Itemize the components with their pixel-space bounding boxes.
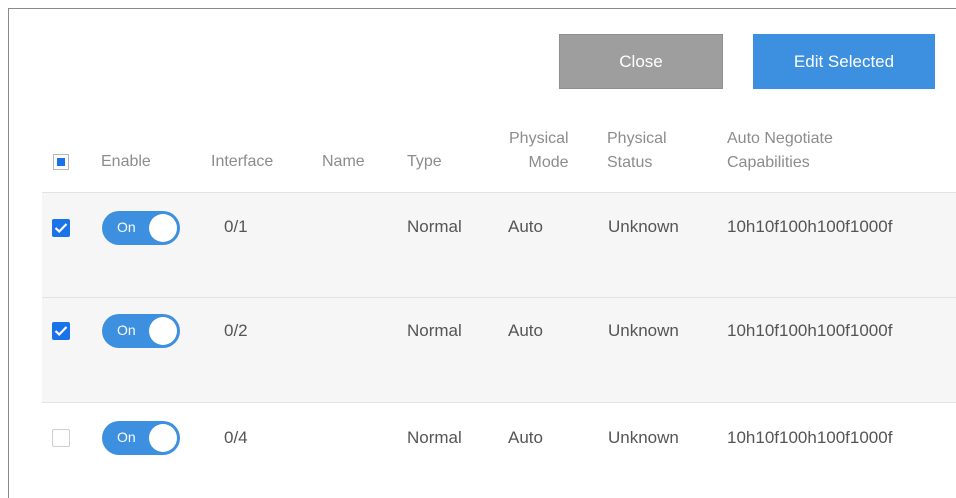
header-physical-status-line1: Physical — [607, 130, 667, 147]
enable-toggle[interactable]: On — [102, 314, 180, 348]
select-all-checkbox[interactable] — [53, 154, 69, 170]
header-name: Name — [322, 153, 365, 170]
toggle-knob — [149, 214, 177, 242]
physical-status-cell: Unknown — [608, 428, 679, 447]
physical-status-cell: Unknown — [608, 217, 679, 236]
header-physical-status-line2: Status — [607, 154, 653, 171]
enable-toggle[interactable]: On — [102, 211, 180, 245]
header-type: Type — [407, 153, 442, 170]
physical-mode-cell: Auto — [508, 217, 543, 236]
header-physical-mode-line2: Mode — [528, 154, 569, 171]
header-physical-mode: Physical Mode — [509, 127, 569, 175]
interface-cell: 0/4 — [224, 428, 248, 447]
capabilities-cell: 10h10f100h100f1000f — [727, 217, 893, 236]
check-icon — [54, 326, 68, 337]
row-checkbox[interactable] — [52, 429, 70, 447]
header-physical-status: Physical Status — [607, 127, 667, 175]
type-cell: Normal — [407, 428, 462, 447]
type-cell: Normal — [407, 321, 462, 340]
header-auto-negotiate: Auto Negotiate Capabilities — [727, 127, 833, 175]
toggle-knob — [149, 317, 177, 345]
row-checkbox[interactable] — [52, 219, 70, 237]
close-button[interactable]: Close — [559, 34, 723, 89]
capabilities-cell: 10h10f100h100f1000f — [727, 321, 893, 340]
partial-check-indicator — [57, 158, 65, 166]
physical-status-cell: Unknown — [608, 321, 679, 340]
toggle-label: On — [117, 322, 136, 338]
capabilities-cell: 10h10f100h100f1000f — [727, 428, 893, 447]
row-checkbox[interactable] — [52, 322, 70, 340]
toggle-label: On — [117, 219, 136, 235]
header-enable: Enable — [101, 153, 151, 170]
header-auto-negotiate-line2: Capabilities — [727, 154, 810, 171]
header-physical-mode-line1: Physical — [509, 130, 569, 147]
header-auto-negotiate-line1: Auto Negotiate — [727, 130, 833, 147]
physical-mode-cell: Auto — [508, 321, 543, 340]
edit-selected-button[interactable]: Edit Selected — [753, 34, 935, 89]
check-icon — [54, 223, 68, 234]
enable-toggle[interactable]: On — [102, 421, 180, 455]
interface-cell: 0/1 — [224, 217, 248, 236]
type-cell: Normal — [407, 217, 462, 236]
interface-cell: 0/2 — [224, 321, 248, 340]
row-divider — [42, 402, 956, 403]
interfaces-dialog: Close Edit Selected Enable Interface Nam… — [8, 8, 956, 498]
header-interface: Interface — [211, 153, 274, 170]
toggle-knob — [149, 424, 177, 452]
table-row[interactable] — [42, 193, 956, 297]
toggle-label: On — [117, 429, 136, 445]
physical-mode-cell: Auto — [508, 428, 543, 447]
table-row[interactable] — [42, 298, 956, 402]
